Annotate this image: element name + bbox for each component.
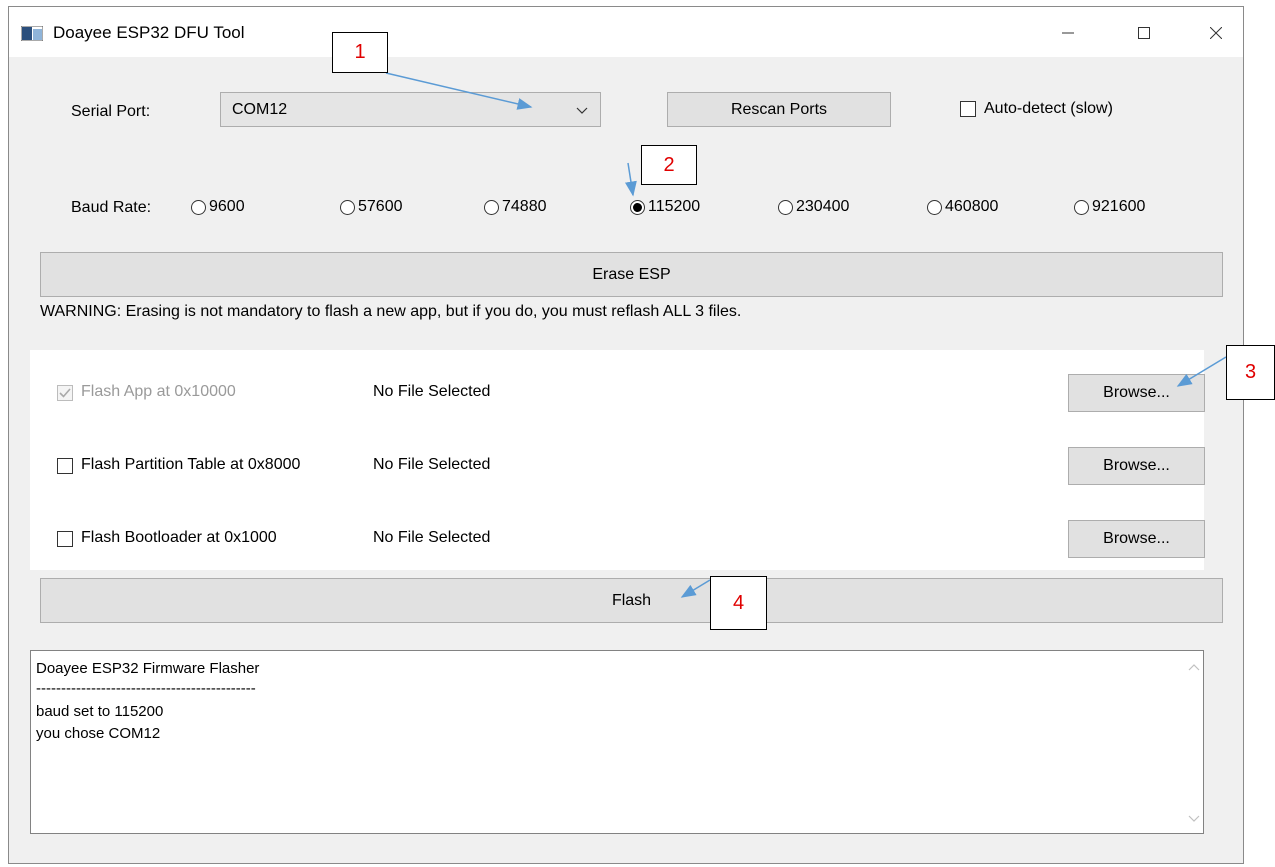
- title-bar: Doayee ESP32 DFU Tool: [9, 7, 1243, 57]
- baud-option-921600[interactable]: 921600: [1074, 198, 1145, 216]
- browse-partition-button[interactable]: Browse...: [1068, 447, 1205, 485]
- log-scrollbar[interactable]: [1185, 651, 1203, 833]
- checkmark-icon: [59, 388, 71, 398]
- maximize-icon: [1138, 27, 1150, 39]
- radio-button: [340, 199, 355, 215]
- annotation-callout-3: 3: [1226, 345, 1275, 400]
- close-icon: [1210, 27, 1222, 39]
- radio-button: [484, 199, 499, 215]
- baud-rate-label: Baud Rate:: [71, 199, 152, 216]
- flash-bootloader-file-status: No File Selected: [373, 529, 491, 546]
- minimize-icon: [1062, 32, 1074, 34]
- maximize-button[interactable]: [1121, 17, 1167, 49]
- rescan-ports-button[interactable]: Rescan Ports: [667, 92, 891, 127]
- flash-app-label: Flash App at 0x10000: [81, 383, 236, 400]
- close-button[interactable]: [1193, 17, 1239, 49]
- flash-bootloader-checkbox[interactable]: [57, 531, 73, 547]
- scroll-down-icon[interactable]: [1188, 815, 1200, 823]
- flash-app-checkbox[interactable]: [57, 385, 73, 401]
- log-line: baud set to 115200: [36, 703, 164, 720]
- flash-bootloader-label: Flash Bootloader at 0x1000: [81, 529, 277, 546]
- browse-bootloader-button[interactable]: Browse...: [1068, 520, 1205, 558]
- log-line: you chose COM12: [36, 725, 161, 742]
- baud-option-74880[interactable]: 74880: [484, 198, 547, 216]
- baud-option-label: 74880: [502, 198, 547, 215]
- radio-button: [778, 199, 793, 215]
- baud-option-115200[interactable]: 115200: [630, 198, 700, 216]
- erase-warning: WARNING: Erasing is not mandatory to fla…: [40, 303, 742, 320]
- browse-app-button[interactable]: Browse...: [1068, 374, 1205, 412]
- chevron-down-icon: [576, 107, 588, 114]
- baud-option-label: 57600: [358, 198, 403, 215]
- baud-option-230400[interactable]: 230400: [778, 198, 849, 216]
- auto-detect-checkbox[interactable]: [960, 101, 976, 117]
- log-line: Doayee ESP32 Firmware Flasher: [36, 660, 260, 677]
- serial-port-dropdown[interactable]: COM12: [220, 92, 601, 127]
- serial-port-label: Serial Port:: [71, 103, 151, 120]
- flash-app-file-status: No File Selected: [373, 383, 491, 400]
- baud-option-label: 921600: [1092, 198, 1146, 215]
- window-title: Doayee ESP32 DFU Tool: [53, 23, 245, 42]
- annotation-callout-2: 2: [641, 145, 697, 185]
- radio-button: [927, 199, 942, 215]
- scroll-up-icon[interactable]: [1188, 663, 1200, 671]
- annotation-callout-4: 4: [710, 576, 767, 630]
- app-window-icon: [21, 26, 43, 41]
- baud-option-label: 115200: [648, 198, 701, 215]
- radio-button: [191, 199, 206, 215]
- erase-esp-button[interactable]: Erase ESP: [40, 252, 1223, 297]
- baud-option-label: 230400: [796, 198, 850, 215]
- baud-option-label: 9600: [209, 198, 245, 215]
- radio-button-selected: [630, 199, 645, 215]
- minimize-button[interactable]: [1045, 17, 1091, 49]
- radio-button: [1074, 199, 1089, 215]
- flash-partition-label: Flash Partition Table at 0x8000: [81, 456, 301, 473]
- baud-option-9600[interactable]: 9600: [191, 198, 245, 216]
- baud-option-57600[interactable]: 57600: [340, 198, 403, 216]
- baud-option-label: 460800: [945, 198, 999, 215]
- annotation-callout-1: 1: [332, 32, 388, 73]
- log-line: ----------------------------------------…: [36, 680, 256, 697]
- baud-option-460800[interactable]: 460800: [927, 198, 998, 216]
- auto-detect-label: Auto-detect (slow): [984, 100, 1113, 117]
- log-output[interactable]: Doayee ESP32 Firmware Flasher ----------…: [30, 650, 1204, 834]
- flash-partition-file-status: No File Selected: [373, 456, 491, 473]
- flash-partition-checkbox[interactable]: [57, 458, 73, 474]
- flash-button[interactable]: Flash: [40, 578, 1223, 623]
- serial-port-value: COM12: [232, 101, 288, 118]
